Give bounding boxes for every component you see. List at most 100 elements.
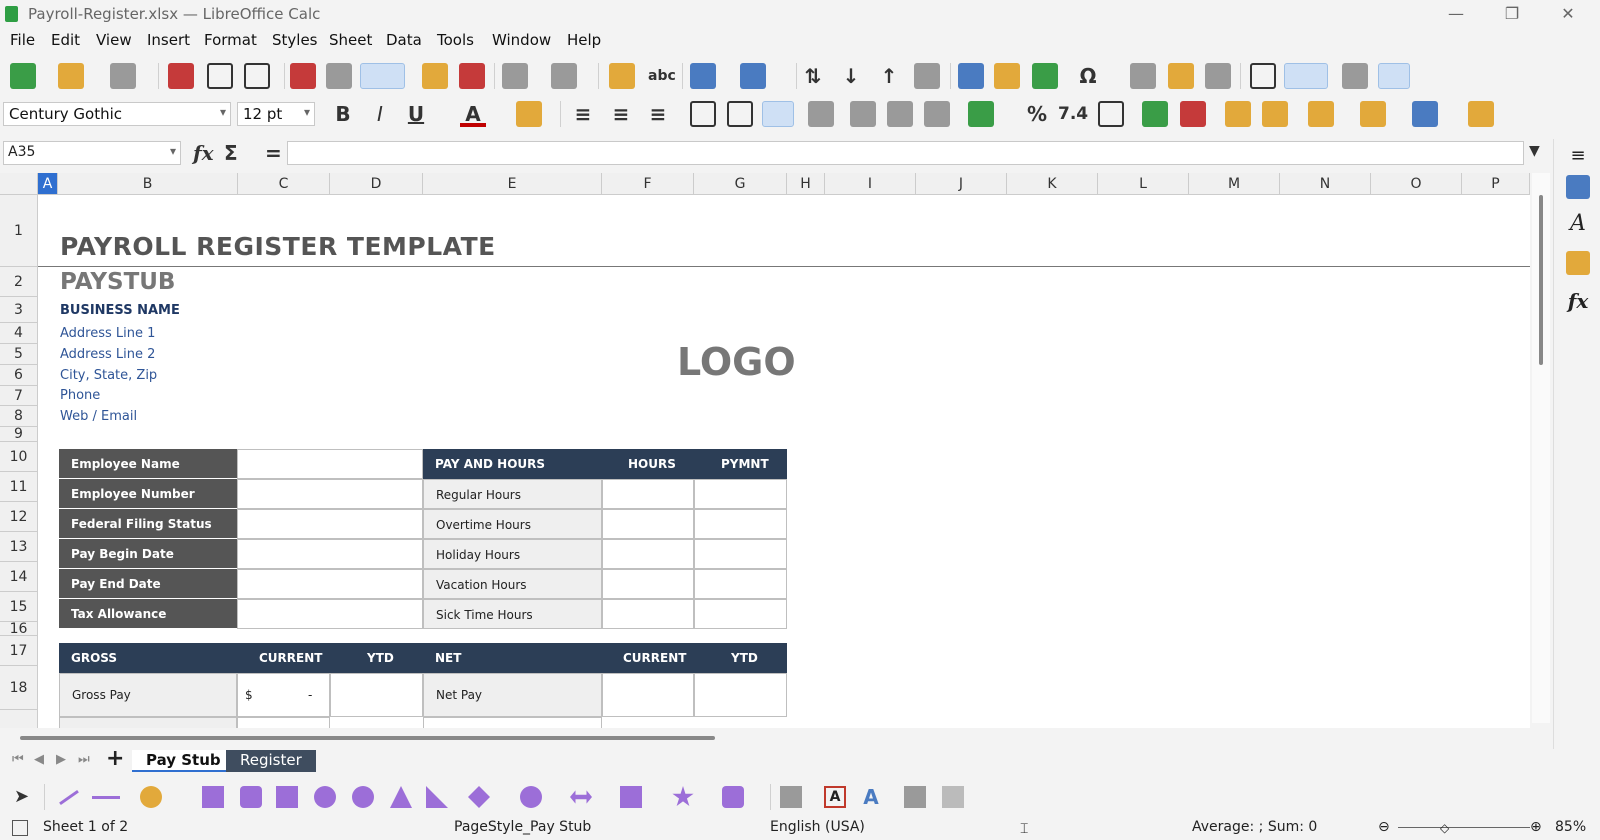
net-pay-ytd-cell[interactable]: [694, 673, 787, 717]
menu-help[interactable]: Help: [567, 31, 601, 49]
borders-icon[interactable]: [1308, 101, 1334, 127]
column-header-l[interactable]: L: [1098, 173, 1189, 195]
zoom-level[interactable]: 85%: [1555, 819, 1586, 835]
sort-descending-icon[interactable]: ↑: [876, 63, 902, 89]
menu-format[interactable]: Format: [204, 31, 257, 49]
line-icon[interactable]: [59, 789, 79, 806]
print-preview-icon[interactable]: [244, 63, 270, 89]
holiday-hours-cell[interactable]: [602, 539, 694, 569]
save-icon[interactable]: [110, 63, 136, 89]
name-box[interactable]: A35 ▾: [3, 141, 181, 165]
formula-input[interactable]: [287, 141, 1524, 165]
column-header-g[interactable]: G: [694, 173, 787, 195]
column-header-k[interactable]: K: [1007, 173, 1098, 195]
row-header-11[interactable]: 11: [0, 472, 38, 502]
spelling-icon[interactable]: abc: [648, 63, 676, 89]
row-header-4[interactable]: 4: [0, 323, 38, 344]
federal-filing-status-cell[interactable]: [237, 509, 423, 539]
align-middle-icon[interactable]: [727, 101, 753, 127]
special-character-icon[interactable]: Ω: [1075, 63, 1101, 89]
ellipse-icon[interactable]: [314, 786, 336, 808]
minimize-button[interactable]: —: [1434, 2, 1478, 26]
menu-styles[interactable]: Styles: [272, 31, 318, 49]
gross-pay-current-cell[interactable]: $ -: [237, 673, 330, 717]
formula-button[interactable]: =: [265, 141, 282, 165]
horizontal-scroll-thumb[interactable]: [20, 736, 715, 740]
decrease-indent-icon[interactable]: [1262, 101, 1288, 127]
row-header-18[interactable]: 18: [0, 666, 38, 710]
conditional-format-icon[interactable]: [1468, 101, 1494, 127]
menu-edit[interactable]: Edit: [51, 31, 80, 49]
wrap-text-icon[interactable]: [808, 101, 834, 127]
menu-window[interactable]: Window: [492, 31, 551, 49]
menu-file[interactable]: File: [10, 31, 35, 49]
overtime-pymnt-cell[interactable]: [694, 509, 787, 539]
column-header-c[interactable]: C: [238, 173, 330, 195]
font-name-box[interactable]: Century Gothic ▾: [3, 102, 231, 126]
row-header-8[interactable]: 8: [0, 406, 38, 427]
column-header-n[interactable]: N: [1280, 173, 1371, 195]
circle-icon[interactable]: [352, 786, 374, 808]
row-header-17[interactable]: 17: [0, 636, 38, 666]
triangle-icon[interactable]: [390, 786, 412, 808]
symbol-shapes-icon[interactable]: [520, 786, 542, 808]
next-row-net-cell[interactable]: [423, 717, 602, 728]
vertical-scrollbar[interactable]: [1532, 173, 1550, 723]
background-color-icon[interactable]: [516, 101, 542, 127]
rectangle-icon[interactable]: [202, 786, 224, 808]
column-header-p[interactable]: P: [1462, 173, 1530, 195]
fontwork-icon[interactable]: A: [860, 786, 882, 808]
block-arrows-icon[interactable]: [570, 790, 592, 804]
add-sheet-button[interactable]: +: [106, 746, 124, 771]
expand-formula-icon[interactable]: ▼: [1529, 143, 1540, 159]
row-header-16[interactable]: 16: [0, 622, 38, 636]
styles-icon[interactable]: A: [1566, 211, 1590, 236]
split-window-icon[interactable]: [1342, 63, 1368, 89]
autofilter-icon[interactable]: [914, 63, 940, 89]
tax-allowance-cell[interactable]: [237, 599, 423, 629]
curve-icon[interactable]: [140, 786, 162, 808]
tab-register[interactable]: Register: [226, 750, 316, 772]
properties-icon[interactable]: [1566, 175, 1590, 199]
show-draw-functions-icon[interactable]: [1378, 63, 1410, 89]
row-header-10[interactable]: 10: [0, 442, 38, 472]
row-header-1[interactable]: 1: [0, 195, 38, 267]
next-row-cell[interactable]: [237, 717, 330, 728]
first-sheet-icon[interactable]: ⏮: [12, 752, 24, 767]
border-style-icon[interactable]: [1360, 101, 1386, 127]
hyperlink-icon[interactable]: [1130, 63, 1156, 89]
vacation-hours-cell[interactable]: [602, 569, 694, 599]
selection-mode-icon[interactable]: ⌶: [1020, 821, 1028, 837]
row-header-6[interactable]: 6: [0, 365, 38, 386]
align-top-icon[interactable]: [690, 101, 716, 127]
headers-footers-icon[interactable]: [1205, 63, 1231, 89]
sort-ascending-icon[interactable]: ↓: [838, 63, 864, 89]
points-icon[interactable]: [780, 786, 802, 808]
vacation-pymnt-cell[interactable]: [694, 569, 787, 599]
previous-sheet-icon[interactable]: ◀: [34, 752, 44, 767]
row-header-2[interactable]: 2: [0, 267, 38, 297]
number-format-button[interactable]: 7.4: [1058, 101, 1088, 127]
next-sheet-icon[interactable]: ▶: [56, 752, 66, 767]
align-left-icon[interactable]: ≡: [570, 101, 596, 127]
menu-sheet[interactable]: Sheet: [329, 31, 372, 49]
row-header-14[interactable]: 14: [0, 562, 38, 592]
column-header-e[interactable]: E: [423, 173, 602, 195]
delete-decimal-icon[interactable]: [1180, 101, 1206, 127]
italic-button[interactable]: I: [367, 101, 393, 127]
chevron-down-icon[interactable]: ▾: [304, 105, 310, 119]
employee-number-cell[interactable]: [237, 479, 423, 509]
tab-pay-stub[interactable]: Pay Stub: [132, 750, 235, 772]
row-header-13[interactable]: 13: [0, 532, 38, 562]
spreadsheet-grid[interactable]: A B C D E F G H I J K L M N O P 1 2 3 4 …: [0, 173, 1530, 728]
text-box-icon[interactable]: A: [824, 786, 846, 808]
copy-icon[interactable]: [326, 63, 352, 89]
arrow-line-icon[interactable]: [92, 796, 120, 799]
sick-hours-cell[interactable]: [602, 599, 694, 629]
comment-icon[interactable]: [1168, 63, 1194, 89]
last-sheet-icon[interactable]: ⏭: [78, 752, 90, 767]
freeze-rows-columns-icon[interactable]: [1284, 63, 1328, 89]
chevron-down-icon[interactable]: ▾: [220, 105, 226, 119]
increase-indent-icon[interactable]: [1225, 101, 1251, 127]
pivot-table-icon[interactable]: [1032, 63, 1058, 89]
